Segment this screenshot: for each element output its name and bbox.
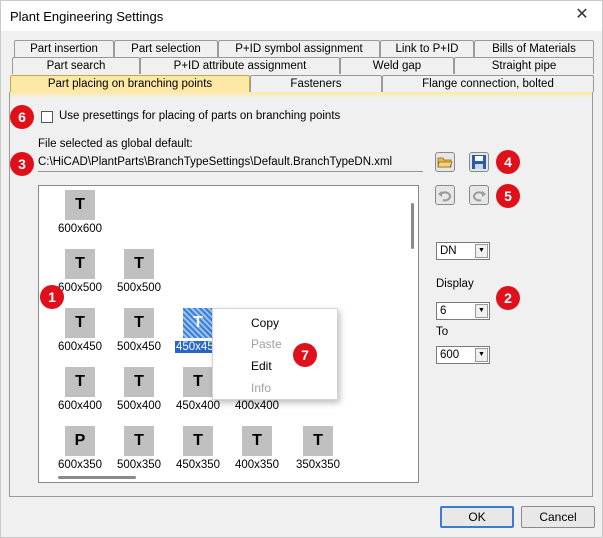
- display-to-value: 600: [440, 349, 460, 361]
- list-item[interactable]: T 450x350: [167, 426, 229, 471]
- tee-thumbnail: T: [65, 308, 95, 338]
- item-label: 600x600: [57, 223, 103, 235]
- list-item[interactable]: T 500x500: [108, 249, 170, 294]
- list-item[interactable]: T 600x400: [49, 367, 111, 412]
- callout-badge: 1: [40, 285, 64, 309]
- cancel-button[interactable]: Cancel: [521, 506, 595, 528]
- list-item[interactable]: T 500x350: [108, 426, 170, 471]
- unit-select[interactable]: DN ▼: [436, 242, 490, 260]
- global-default-path: C:\HiCAD\PlantParts\BranchTypeSettings\D…: [38, 153, 423, 172]
- tab-bills-of-materials[interactable]: Bills of Materials: [474, 40, 594, 57]
- dialog-title: Plant Engineering Settings: [10, 9, 164, 24]
- list-item[interactable]: T 400x350: [226, 426, 288, 471]
- list-item[interactable]: P 600x350: [49, 426, 111, 471]
- tab-straight-pipe[interactable]: Straight pipe: [454, 57, 594, 74]
- item-label: 600x400: [57, 400, 103, 412]
- use-presettings-label: Use presettings for placing of parts on …: [59, 110, 341, 122]
- title-bar: Plant Engineering Settings ✕: [1, 1, 602, 31]
- tab-pid-attribute-assignment[interactable]: P+ID attribute assignment: [140, 57, 340, 74]
- tee-thumbnail: T: [242, 426, 272, 456]
- callout-badge: 7: [293, 343, 317, 367]
- callout-badge: 6: [10, 105, 34, 129]
- chevron-down-icon: ▼: [475, 348, 488, 362]
- tab-part-placing-branching[interactable]: Part placing on branching points: [10, 75, 250, 92]
- tee-thumbnail: T: [303, 426, 333, 456]
- item-label: 350x350: [295, 459, 341, 471]
- callout-badge: 5: [496, 184, 520, 208]
- item-label: 500x350: [116, 459, 162, 471]
- item-label: 500x500: [116, 282, 162, 294]
- display-from-select[interactable]: 6 ▼: [436, 302, 490, 320]
- list-item[interactable]: T 600x600: [49, 190, 111, 235]
- p-thumbnail: P: [65, 426, 95, 456]
- undo-button[interactable]: [435, 185, 455, 205]
- tee-thumbnail: T: [183, 367, 213, 397]
- tee-thumbnail: T: [124, 426, 154, 456]
- display-label: Display: [436, 278, 474, 290]
- item-label: 400x350: [234, 459, 280, 471]
- unit-select-value: DN: [440, 245, 457, 257]
- list-item[interactable]: T 500x450: [108, 308, 170, 353]
- close-icon[interactable]: ✕: [568, 3, 596, 27]
- use-presettings-checkbox[interactable]: [41, 111, 53, 123]
- tab-panel-highlight: [10, 92, 592, 98]
- tee-thumbnail: T: [124, 367, 154, 397]
- list-item[interactable]: T 350x350: [287, 426, 349, 471]
- display-to-select[interactable]: 600 ▼: [436, 346, 490, 364]
- callout-badge: 4: [496, 150, 520, 174]
- context-menu: Copy Paste Edit Info: [212, 308, 338, 400]
- tee-thumbnail: T: [124, 249, 154, 279]
- redo-button[interactable]: [469, 185, 489, 205]
- tab-flange-connection-bolted[interactable]: Flange connection, bolted: [382, 75, 594, 92]
- item-label: 450x400: [175, 400, 221, 412]
- item-label: 450x350: [175, 459, 221, 471]
- save-disk-icon: [472, 155, 486, 169]
- tab-link-to-pid[interactable]: Link to P+ID: [380, 40, 474, 57]
- item-label: 400x400: [234, 400, 280, 412]
- vertical-scrollbar[interactable]: [411, 203, 414, 249]
- list-item[interactable]: T 500x400: [108, 367, 170, 412]
- undo-icon: [438, 191, 452, 202]
- tab-weld-gap[interactable]: Weld gap: [340, 57, 454, 74]
- menu-item-info[interactable]: Info: [251, 381, 271, 395]
- item-label: 500x400: [116, 400, 162, 412]
- tee-thumbnail: T: [124, 308, 154, 338]
- item-label: 600x350: [57, 459, 103, 471]
- item-label: 600x450: [57, 341, 103, 353]
- display-from-value: 6: [440, 305, 447, 317]
- ok-button[interactable]: OK: [440, 506, 514, 528]
- tee-thumbnail: T: [65, 190, 95, 220]
- tee-thumbnail: T: [65, 367, 95, 397]
- tab-part-search[interactable]: Part search: [12, 57, 140, 74]
- chevron-down-icon: ▼: [475, 304, 488, 318]
- menu-item-paste[interactable]: Paste: [251, 337, 282, 351]
- item-label: 500x450: [116, 341, 162, 353]
- menu-item-edit[interactable]: Edit: [251, 359, 272, 373]
- tab-part-insertion[interactable]: Part insertion: [14, 40, 114, 57]
- horizontal-scrollbar[interactable]: [58, 476, 136, 479]
- list-item[interactable]: T 600x450: [49, 308, 111, 353]
- global-default-label: File selected as global default:: [38, 138, 193, 150]
- tab-part-selection[interactable]: Part selection: [114, 40, 218, 57]
- menu-item-copy[interactable]: Copy: [251, 316, 279, 330]
- tee-thumbnail: T: [183, 308, 213, 338]
- tee-thumbnail: T: [65, 249, 95, 279]
- to-label: To: [436, 326, 449, 338]
- redo-icon: [472, 191, 486, 202]
- callout-badge: 2: [496, 286, 520, 310]
- chevron-down-icon: ▼: [475, 244, 488, 258]
- tee-thumbnail: T: [183, 426, 213, 456]
- save-button[interactable]: [469, 152, 489, 172]
- open-file-button[interactable]: [435, 152, 455, 172]
- tab-pid-symbol-assignment[interactable]: P+ID symbol assignment: [218, 40, 380, 57]
- tab-fasteners[interactable]: Fasteners: [250, 75, 382, 92]
- folder-open-icon: [437, 157, 453, 168]
- callout-badge: 3: [10, 152, 34, 176]
